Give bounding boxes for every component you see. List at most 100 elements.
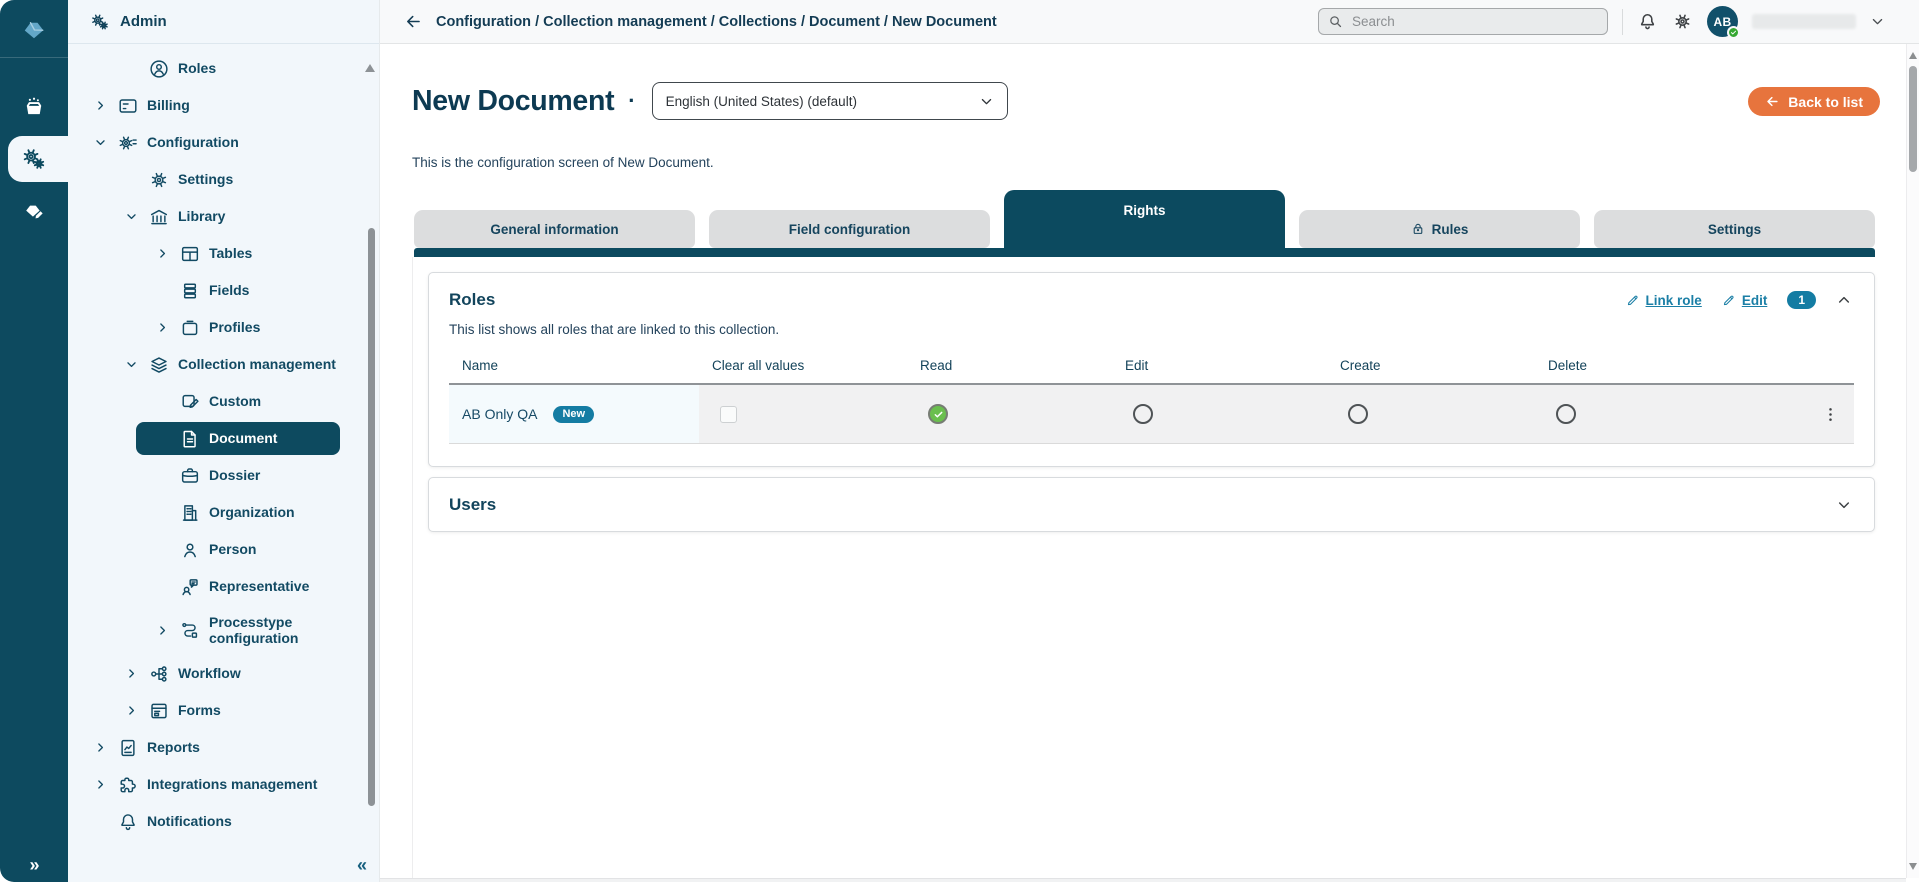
sidebar-item-representative[interactable]: Representative [68, 568, 369, 605]
chev-right-icon [94, 741, 107, 754]
chev-down-icon [125, 358, 138, 371]
edit-toggle[interactable] [1133, 404, 1153, 424]
rail-content[interactable] [0, 188, 68, 234]
chevron-right-icon[interactable] [152, 318, 172, 338]
roles-collapse-chevron-up-icon[interactable] [1836, 292, 1852, 308]
delete-toggle[interactable] [1556, 404, 1576, 424]
admin-gears-icon [90, 12, 110, 32]
rail-expand-button[interactable]: » [0, 855, 68, 876]
sidebar-scroll-up-arrow[interactable] [365, 64, 375, 72]
tab-rules[interactable]: Rules [1299, 210, 1580, 248]
chevron-right-icon[interactable] [90, 96, 110, 116]
kebab-menu-icon[interactable] [1821, 405, 1840, 424]
sidebar-item-notifications[interactable]: Notifications [68, 803, 369, 840]
settings-icon [1672, 11, 1693, 32]
sidebar-item-billing[interactable]: Billing [68, 87, 369, 124]
sidebar-item-library[interactable]: Library [68, 198, 369, 235]
back-arrow-button[interactable] [404, 12, 423, 31]
chevron-right-icon[interactable] [152, 244, 172, 264]
sidebar-scrollbar-thumb[interactable] [368, 228, 375, 806]
roles-icon [148, 58, 170, 80]
scroll-up-arrow[interactable] [1909, 52, 1917, 59]
page-header: New Document · English (United States) (… [412, 82, 1880, 120]
sidebar-item-forms[interactable]: Forms [68, 692, 369, 729]
rail-products[interactable] [0, 84, 68, 130]
users-expand-chevron-down-icon[interactable] [1836, 497, 1852, 513]
sidebar-header: Admin [68, 0, 379, 44]
sidebar-item-profiles[interactable]: Profiles [68, 309, 369, 346]
reports-icon [117, 737, 139, 759]
person-icon [179, 539, 201, 561]
workflow-icon [148, 663, 170, 685]
sidebar-item-collection-management[interactable]: Collection management [68, 346, 369, 383]
sidebar-item-dossier[interactable]: Dossier [68, 457, 369, 494]
sidebar-item-label: Profiles [209, 319, 260, 335]
tab-rights[interactable]: Rights [1004, 190, 1285, 257]
sidebar-collapse-button[interactable]: « [357, 855, 367, 876]
chevron-right-icon[interactable] [121, 701, 141, 721]
sidebar-item-document[interactable]: Document [68, 420, 369, 457]
chevron-right-icon[interactable] [152, 620, 172, 640]
chevron-down-icon[interactable] [121, 207, 141, 227]
representative-icon [179, 576, 201, 598]
back-to-list-button[interactable]: Back to list [1748, 87, 1880, 116]
collection-icon [148, 354, 170, 376]
users-card[interactable]: Users [428, 477, 1875, 532]
sidebar-item-label: Forms [178, 702, 221, 718]
user-avatar[interactable]: AB [1707, 6, 1738, 37]
roles-table-header: NameClear all valuesReadEditCreateDelete [449, 350, 1854, 385]
sidebar-item-organization[interactable]: Organization [68, 494, 369, 531]
app-logo[interactable] [0, 0, 68, 58]
language-select[interactable]: English (United States) (default) [652, 82, 1008, 120]
dossier-icon [179, 465, 201, 487]
edit-roles-button[interactable]: Edit [1722, 293, 1768, 308]
row-actions-cell [1765, 385, 1854, 443]
sidebar-item-fields[interactable]: Fields [68, 272, 369, 309]
link-role-button[interactable]: Link role [1626, 293, 1702, 308]
chevron-down-icon[interactable] [90, 133, 110, 153]
forms-icon [148, 700, 170, 722]
clear-all-values-checkbox[interactable] [720, 406, 737, 423]
sidebar-item-settings[interactable]: Settings [68, 161, 369, 198]
breadcrumb[interactable]: Configuration / Collection management / … [436, 14, 997, 30]
sidebar-item-label: Reports [147, 739, 200, 755]
sidebar-item-configuration[interactable]: Configuration [68, 124, 369, 161]
vertical-scrollbar-thumb[interactable] [1909, 66, 1917, 172]
search-box[interactable] [1318, 8, 1608, 35]
chevron-right-icon[interactable] [90, 775, 110, 795]
sidebar-item-processtype-configuration[interactable]: Processtype configuration [68, 605, 369, 655]
create-toggle[interactable] [1348, 404, 1368, 424]
chevron-right-icon[interactable] [90, 738, 110, 758]
settings-gear-icon[interactable] [1672, 11, 1693, 32]
sidebar-item-person[interactable]: Person [68, 531, 369, 568]
vertical-scrollbar[interactable] [1906, 44, 1919, 878]
search-input[interactable] [1350, 13, 1598, 30]
sidebar-item-label: Representative [209, 578, 309, 594]
tab-general-information[interactable]: General information [414, 210, 695, 248]
organization-icon [179, 502, 201, 524]
sidebar-item-reports[interactable]: Reports [68, 729, 369, 766]
tab-field-configuration[interactable]: Field configuration [709, 210, 990, 248]
sidebar-item-custom[interactable]: Custom [68, 383, 369, 420]
page-content: New Document · English (United States) (… [380, 44, 1906, 878]
notifications-bell-icon[interactable] [1637, 11, 1658, 32]
tab-settings[interactable]: Settings [1594, 210, 1875, 248]
sidebar-item-tables[interactable]: Tables [68, 235, 369, 272]
back-to-list-label: Back to list [1788, 94, 1863, 110]
read-toggle[interactable] [928, 404, 948, 424]
scroll-down-arrow[interactable] [1909, 863, 1917, 870]
sidebar-item-label: Roles [178, 60, 216, 76]
rail-admin[interactable] [0, 136, 68, 182]
fields-icon [179, 280, 201, 302]
chevron-right-icon[interactable] [121, 664, 141, 684]
roles-description: This list shows all roles that are linke… [429, 310, 1874, 337]
sidebar-item-roles[interactable]: Roles [68, 50, 369, 87]
roles-icon [148, 58, 170, 80]
user-menu-chevron-down-icon[interactable] [1870, 14, 1885, 29]
chevron-down-icon[interactable] [121, 355, 141, 375]
sidebar-item-integrations-management[interactable]: Integrations management [68, 766, 369, 803]
column-header-read: Read [907, 350, 1112, 383]
horizontal-scrollbar[interactable] [380, 878, 1906, 882]
sidebar-item-workflow[interactable]: Workflow [68, 655, 369, 692]
role-name-cell[interactable]: AB Only QANew [449, 385, 699, 443]
